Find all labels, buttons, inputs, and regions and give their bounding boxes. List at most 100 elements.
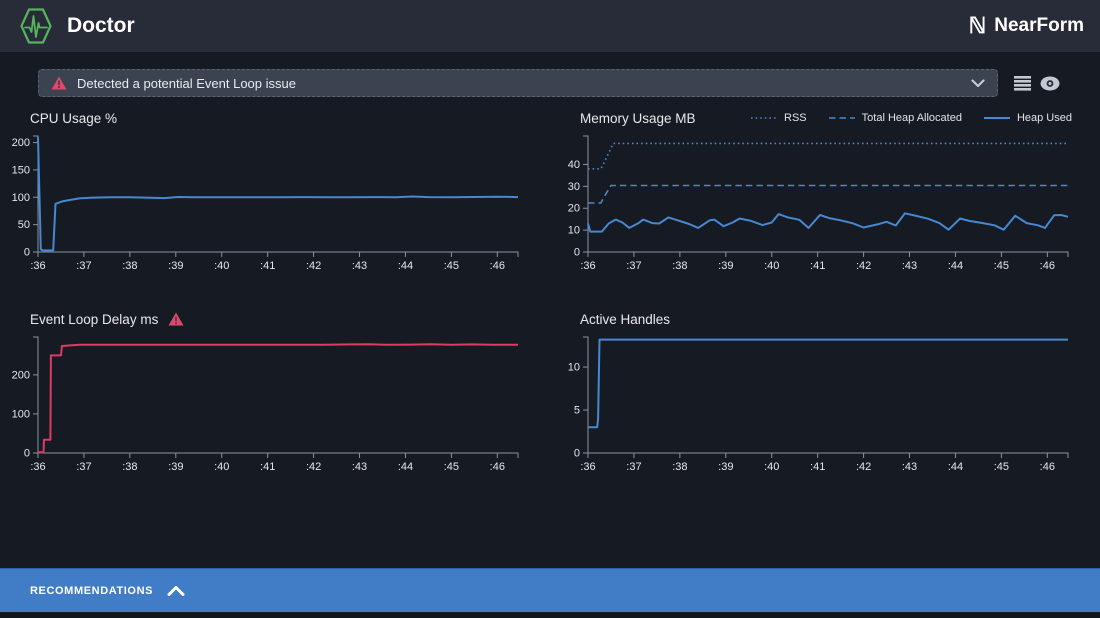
svg-text::45: :45 xyxy=(994,461,1009,473)
svg-text::39: :39 xyxy=(168,260,183,272)
active-handles-chart[interactable]: 0 5 10 :36 :37 :38 :39 :40 :41 :42 :43 :44 :45 :46 xyxy=(560,331,1080,483)
svg-text::46: :46 xyxy=(1040,461,1055,473)
svg-text::38: :38 xyxy=(122,461,137,473)
app-header: Doctor ℕ NearForm xyxy=(0,0,1100,52)
svg-text::43: :43 xyxy=(352,260,367,272)
svg-text::40: :40 xyxy=(764,461,779,473)
svg-text::43: :43 xyxy=(902,260,917,272)
svg-text:0: 0 xyxy=(574,448,580,460)
svg-text::46: :46 xyxy=(490,461,505,473)
svg-text:50: 50 xyxy=(18,219,30,231)
warning-icon xyxy=(51,76,67,90)
chart-panel-memory: Memory Usage MB RSS Total Heap Allocated H… xyxy=(560,108,1088,282)
svg-text::46: :46 xyxy=(1040,260,1055,272)
svg-text::42: :42 xyxy=(306,260,321,272)
svg-text:0: 0 xyxy=(574,247,580,259)
legend-line-sample xyxy=(984,115,1010,121)
app-title: Doctor xyxy=(67,14,135,38)
svg-text:100: 100 xyxy=(12,408,30,420)
svg-text::40: :40 xyxy=(764,260,779,272)
recommendations-label: RECOMMENDATIONS xyxy=(30,585,153,597)
issue-dropdown-label: Detected a potential Event Loop issue xyxy=(77,76,971,91)
recommendations-bar[interactable]: RECOMMENDATIONS xyxy=(0,568,1100,612)
svg-text::36: :36 xyxy=(30,260,45,272)
svg-text::43: :43 xyxy=(902,461,917,473)
svg-text::38: :38 xyxy=(122,260,137,272)
svg-text::39: :39 xyxy=(168,461,183,473)
svg-text::42: :42 xyxy=(856,260,871,272)
list-icon xyxy=(1014,76,1031,91)
visibility-button[interactable] xyxy=(1038,73,1062,93)
legend-item-total-heap-allocated[interactable]: Total Heap Allocated xyxy=(829,112,962,124)
chevron-down-icon xyxy=(971,79,985,88)
svg-text::39: :39 xyxy=(718,461,733,473)
svg-text:200: 200 xyxy=(12,137,30,149)
svg-text:10: 10 xyxy=(568,225,580,237)
svg-text:20: 20 xyxy=(568,203,580,215)
memory-usage-chart[interactable]: 010203040:36:37:38:39:40:41:42:43:44:45:… xyxy=(560,130,1080,282)
svg-text::36: :36 xyxy=(580,260,595,272)
chart-panel-event-loop-delay: Event Loop Delay ms 0100200:36:37:38:39:… xyxy=(10,309,538,483)
svg-text::41: :41 xyxy=(810,461,825,473)
legend-item-heap-used[interactable]: Heap Used xyxy=(984,112,1072,124)
svg-text::43: :43 xyxy=(352,461,367,473)
chart-title: Active Handles xyxy=(580,312,670,327)
legend-line-sample xyxy=(829,115,855,121)
issue-dropdown[interactable]: Detected a potential Event Loop issue xyxy=(38,69,998,97)
chart-panel-active-handles: Active Handles 0 5 10 :36 :37 :38 :39 :40 :41 :42… xyxy=(560,309,1088,483)
svg-text::46: :46 xyxy=(490,260,505,272)
chart-title: Memory Usage MB xyxy=(580,111,696,126)
nearform-logo: ℕ NearForm xyxy=(969,15,1084,37)
svg-text::39: :39 xyxy=(718,260,733,272)
svg-text:30: 30 xyxy=(568,181,580,193)
legend-label: Total Heap Allocated xyxy=(862,112,962,124)
chart-title: Event Loop Delay ms xyxy=(30,312,158,327)
memory-legend: RSS Total Heap Allocated Heap Used xyxy=(751,112,1072,124)
svg-text::45: :45 xyxy=(444,461,459,473)
svg-text::42: :42 xyxy=(856,461,871,473)
svg-text::36: :36 xyxy=(30,461,45,473)
eye-icon xyxy=(1040,76,1060,91)
svg-text::40: :40 xyxy=(214,260,229,272)
legend-item-rss[interactable]: RSS xyxy=(751,112,807,124)
svg-text::41: :41 xyxy=(260,260,275,272)
svg-text:40: 40 xyxy=(568,159,580,171)
svg-text::37: :37 xyxy=(76,461,91,473)
cpu-usage-chart[interactable]: 0 50 100 150 200 :36 :37 :38 :39 :40 :41 :42 :43 :44:… xyxy=(10,130,530,282)
bottom-strip xyxy=(0,613,1100,618)
svg-text:150: 150 xyxy=(12,164,30,176)
chart-panel-cpu: CPU Usage % 0 50 100 150 200 :36 :37 :38 :39 :40:… xyxy=(10,108,538,282)
svg-text::37: :37 xyxy=(626,461,641,473)
svg-text::42: :42 xyxy=(306,461,321,473)
svg-text::41: :41 xyxy=(810,260,825,272)
event-loop-delay-chart[interactable]: 0100200:36:37:38:39:40:41:42:43:44:45:46 xyxy=(10,331,530,483)
svg-text::38: :38 xyxy=(672,461,687,473)
svg-text::44: :44 xyxy=(398,461,413,473)
svg-text:0: 0 xyxy=(24,448,30,460)
legend-label: RSS xyxy=(784,112,807,124)
svg-text::40: :40 xyxy=(214,461,229,473)
legend-line-sample xyxy=(751,115,777,121)
svg-text::37: :37 xyxy=(626,260,641,272)
nearform-wordmark: NearForm xyxy=(994,15,1084,37)
warning-icon xyxy=(168,312,184,326)
chart-title: CPU Usage % xyxy=(30,111,117,126)
svg-text::38: :38 xyxy=(672,260,687,272)
svg-text:10: 10 xyxy=(568,362,580,374)
svg-text::45: :45 xyxy=(444,260,459,272)
svg-text:100: 100 xyxy=(12,192,30,204)
svg-text::44: :44 xyxy=(398,260,413,272)
doctor-logo-icon xyxy=(16,6,56,46)
svg-text:5: 5 xyxy=(574,405,580,417)
svg-text::45: :45 xyxy=(994,260,1009,272)
svg-text::41: :41 xyxy=(260,461,275,473)
list-view-button[interactable] xyxy=(1010,73,1034,93)
svg-text::36: :36 xyxy=(580,461,595,473)
legend-label: Heap Used xyxy=(1017,112,1072,124)
svg-text::44: :44 xyxy=(948,461,963,473)
nearform-n-icon: ℕ xyxy=(969,15,987,37)
chevron-up-icon xyxy=(167,586,185,596)
svg-text:0: 0 xyxy=(24,247,30,259)
doctor-brand: Doctor xyxy=(16,6,135,46)
svg-text::37: :37 xyxy=(76,260,91,272)
